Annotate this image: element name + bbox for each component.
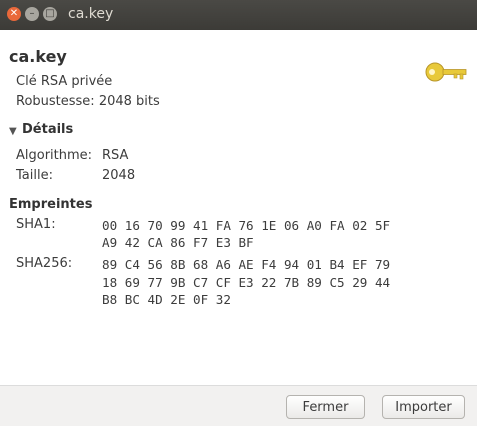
sha1-value-line: A9 42 CA 86 F7 E3 BF xyxy=(102,235,254,250)
size-value: 2048 xyxy=(102,168,136,183)
fingerprints-heading: Empreintes xyxy=(9,197,93,212)
key-type: Clé RSA privée xyxy=(16,74,113,89)
sha256-value-line: B8 BC 4D 2E 0F 32 xyxy=(102,292,231,307)
sha1-value-line: 00 16 70 99 41 FA 76 1E 06 A0 FA 02 5F xyxy=(102,218,391,233)
key-title: ca.key xyxy=(9,47,67,66)
dialog-footer: Fermer Importer xyxy=(0,385,477,426)
close-button[interactable]: Fermer xyxy=(286,395,365,419)
sha256-value-line: 89 C4 56 8B 68 A6 AE F4 94 01 B4 EF 79 xyxy=(102,257,391,272)
sha256-label: SHA256: xyxy=(16,256,73,271)
size-label: Taille: xyxy=(16,168,53,183)
key-strength: Robustesse: 2048 bits xyxy=(16,94,160,109)
title-bar: ✕ – □ ca.key xyxy=(0,0,477,30)
maximize-icon[interactable]: □ xyxy=(43,7,57,21)
import-button[interactable]: Importer xyxy=(382,395,465,419)
close-icon[interactable]: ✕ xyxy=(7,7,21,21)
window-title: ca.key xyxy=(68,6,114,22)
algorithm-label: Algorithme: xyxy=(16,148,93,163)
key-icon xyxy=(425,62,467,82)
sha1-label: SHA1: xyxy=(16,217,56,232)
certificate-dialog: ✕ – □ ca.key ca.key Clé RSA privée Robus… xyxy=(0,0,477,426)
minimize-icon[interactable]: – xyxy=(25,7,39,21)
triangle-down-icon[interactable]: ▼ xyxy=(9,126,17,137)
details-expander[interactable]: Détails xyxy=(22,122,73,137)
sha256-value-line: 18 69 77 9B C7 CF E3 22 7B 89 C5 29 44 xyxy=(102,275,391,290)
algorithm-value: RSA xyxy=(102,148,129,163)
